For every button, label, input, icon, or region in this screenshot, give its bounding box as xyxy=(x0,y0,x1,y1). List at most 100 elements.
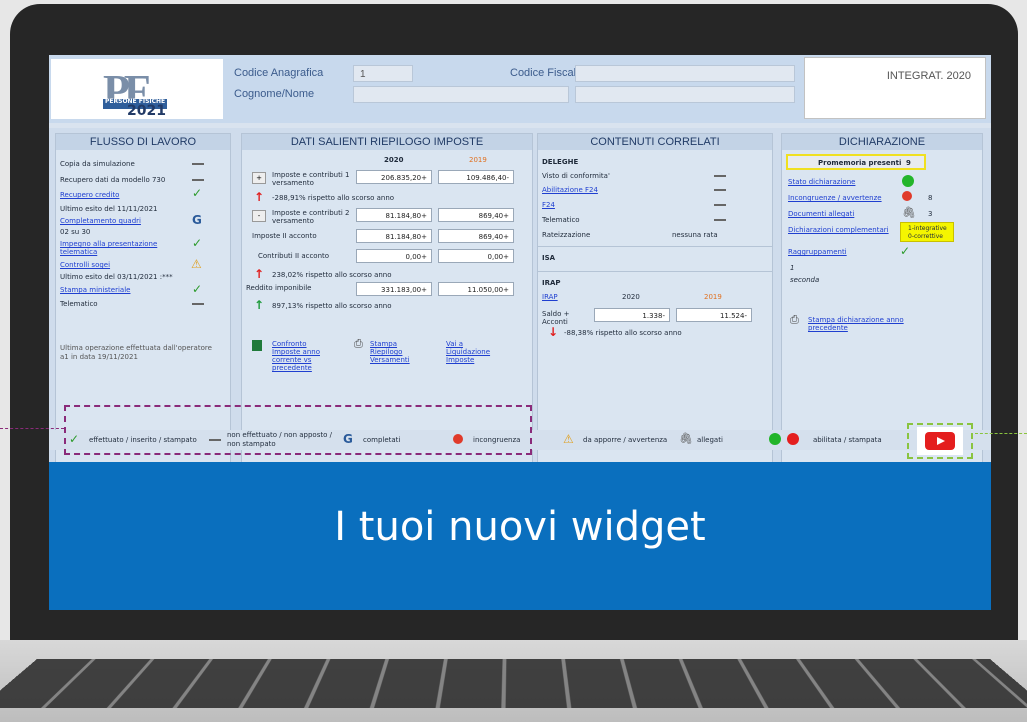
documenti-link[interactable]: Documenti allegati xyxy=(788,210,854,218)
stato-dichiarazione-link[interactable]: Stato dichiarazione xyxy=(788,178,855,186)
app-logo: PF PERSONE FISICHE 2021 xyxy=(51,59,223,119)
paperclip-icon: 🖇 xyxy=(902,206,916,219)
not-done-icon xyxy=(714,175,726,177)
not-done-icon xyxy=(192,303,204,305)
caption-text: I tuoi nuovi widget xyxy=(334,504,706,550)
promemoria-count: 9 xyxy=(906,159,911,167)
abilitazione-f24-link[interactable]: Abilitazione F24 xyxy=(542,186,598,194)
telematico: Telematico xyxy=(60,300,98,308)
complementari-note: 1-integrative 0-correttive xyxy=(900,222,954,242)
f24-link[interactable]: F24 xyxy=(542,201,555,209)
visto-conformita: Visto di conformita' xyxy=(542,172,610,180)
stampa-dichiarazione-link[interactable]: Stampa dichiarazione anno precedente xyxy=(808,316,938,332)
reddito-pct: 897,13% rispetto allo scorso anno xyxy=(272,302,392,310)
incongruenze-count: 8 xyxy=(928,194,933,202)
imposte2-pct: 238,02% rispetto allo scorso anno xyxy=(272,271,392,279)
irap-2020-header: 2020 xyxy=(622,293,640,301)
arrow-down-red-icon: ↓ xyxy=(548,325,559,339)
panel-flusso-di-lavoro: FLUSSO DI LAVORO Copia da simulazione Re… xyxy=(55,133,231,518)
green-dot-icon xyxy=(902,175,914,187)
connector-right xyxy=(975,433,1027,434)
codice-anagrafica-field[interactable]: 1 xyxy=(353,65,413,82)
contributi-ii-2020: 0,00+ xyxy=(356,249,432,263)
recupero-730: Recupero dati da modello 730 xyxy=(60,176,166,184)
print-icon[interactable]: ⎙ xyxy=(790,313,799,327)
year-current: 2020 xyxy=(384,156,404,164)
reddito-label: Reddito imponibile xyxy=(246,284,312,292)
copia-simulazione: Copia da simulazione xyxy=(60,160,135,168)
raggruppamenti-link[interactable]: Raggruppamenti xyxy=(788,248,847,256)
codice-anagrafica-label: Codice Anagrafica xyxy=(234,67,324,79)
panel-dati-salienti: DATI SALIENTI RIEPILOGO IMPOSTE 2020 201… xyxy=(241,133,533,518)
codice-fiscale-field[interactable] xyxy=(575,65,795,82)
confronto-imposte-link[interactable]: Confronto Imposte anno corrente vs prece… xyxy=(272,340,332,372)
youtube-play-icon xyxy=(925,432,955,450)
warning-icon: ⚠ xyxy=(563,432,574,446)
recupero-credito-link[interactable]: Recupero credito xyxy=(60,191,119,199)
panel-title: DATI SALIENTI RIEPILOGO IMPOSTE xyxy=(242,134,532,150)
imposte-ii-2020: 81.184,80+ xyxy=(356,229,432,243)
irap-heading: IRAP xyxy=(542,279,561,287)
print-icon[interactable]: ⎙ xyxy=(354,337,363,351)
irap-link[interactable]: IRAP xyxy=(542,293,558,301)
nome-field[interactable] xyxy=(575,86,795,103)
connector-left xyxy=(0,428,64,429)
dichiarazione-type-box: INTEGRAT. 2020 xyxy=(804,57,986,119)
deleghe-heading: DELEGHE xyxy=(542,158,579,166)
app-header: PF PERSONE FISICHE 2021 Codice Anagrafic… xyxy=(49,55,991,123)
controlli-sogei-link[interactable]: Controlli sogei xyxy=(60,261,110,269)
contributi-ii-label: Contributi II acconto xyxy=(258,252,330,260)
saldo-acconti: Saldo + Acconti xyxy=(542,310,570,326)
arrow-up-green-icon: ↑ xyxy=(254,298,265,312)
documenti-count: 3 xyxy=(928,210,933,218)
raggruppamento-value: seconda xyxy=(790,276,820,284)
completamento-quadri-link[interactable]: Completamento quadri xyxy=(60,217,141,225)
caption-banner: I tuoi nuovi widget xyxy=(49,462,991,610)
panel-title: DICHIARAZIONE xyxy=(782,134,982,150)
year-prev: 2019 xyxy=(469,156,487,164)
raggruppamento-number: 1 xyxy=(790,264,795,272)
promemoria-label: Promemoria presenti xyxy=(818,159,902,167)
paperclip-icon: 🖇 xyxy=(679,432,693,445)
imposte2-label: Imposte e contributi 2 versamento xyxy=(272,209,350,225)
done-check-icon: ✓ xyxy=(900,244,911,258)
laptop-keyboard xyxy=(0,658,1027,709)
logo-year: 2021 xyxy=(127,103,166,119)
stampa-riepilogo-link[interactable]: Stampa Riepilogo Versamenti xyxy=(370,340,430,364)
youtube-button[interactable] xyxy=(917,427,963,455)
excel-icon[interactable] xyxy=(252,340,262,351)
done-check-icon: ✓ xyxy=(192,186,203,200)
isa-heading: ISA xyxy=(542,254,556,262)
imposte-ii-label: Imposte II acconto xyxy=(252,232,317,240)
legend-abilitata: abilitata / stampata xyxy=(813,436,882,444)
not-done-icon xyxy=(192,163,204,165)
laptop-screen: PF PERSONE FISICHE 2021 Codice Anagrafic… xyxy=(49,55,991,610)
telematico: Telematico xyxy=(542,216,580,224)
widget-highlight-box xyxy=(64,405,532,455)
saldo-2020: 1.338- xyxy=(594,308,670,322)
collapse-button[interactable]: - xyxy=(252,210,266,222)
vai-liquidazione-link[interactable]: Vai a Liquidazione Imposte xyxy=(446,340,506,364)
not-done-icon xyxy=(714,204,726,206)
completed-cycle-icon: G xyxy=(192,213,202,227)
cognome-field[interactable] xyxy=(353,86,569,103)
green-dot-icon xyxy=(769,433,781,445)
rateizzazione-value: nessuna rata xyxy=(672,231,718,239)
incongruenze-link[interactable]: Incongruenze / avvertenze xyxy=(788,194,882,202)
stampa-ministeriale-link[interactable]: Stampa ministeriale xyxy=(60,286,130,294)
ultima-operazione: Ultima operazione effettuata dall'operat… xyxy=(60,344,212,361)
reddito-2020: 331.183,00+ xyxy=(356,282,432,296)
expand-button[interactable]: + xyxy=(252,172,266,184)
rateizzazione: Rateizzazione xyxy=(542,231,591,239)
irap-2019-header: 2019 xyxy=(704,293,722,301)
impegno-telematica-link[interactable]: Impegno alla presentazione telematica xyxy=(60,240,170,256)
complementari-link[interactable]: Dichiarazioni complementari xyxy=(788,226,889,234)
codice-fiscale-label: Codice Fiscale xyxy=(510,67,583,79)
arrow-up-red-icon: ↑ xyxy=(254,190,265,204)
panel-title: CONTENUTI CORRELATI xyxy=(538,134,772,150)
promemoria-box[interactable]: Promemoria presenti 9 xyxy=(786,154,926,170)
reddito-2019: 11.050,00+ xyxy=(438,282,514,296)
red-dot-icon xyxy=(787,433,799,445)
imposte2-2019: 869,40+ xyxy=(438,208,514,222)
saldo-2019: 11.524- xyxy=(676,308,752,322)
